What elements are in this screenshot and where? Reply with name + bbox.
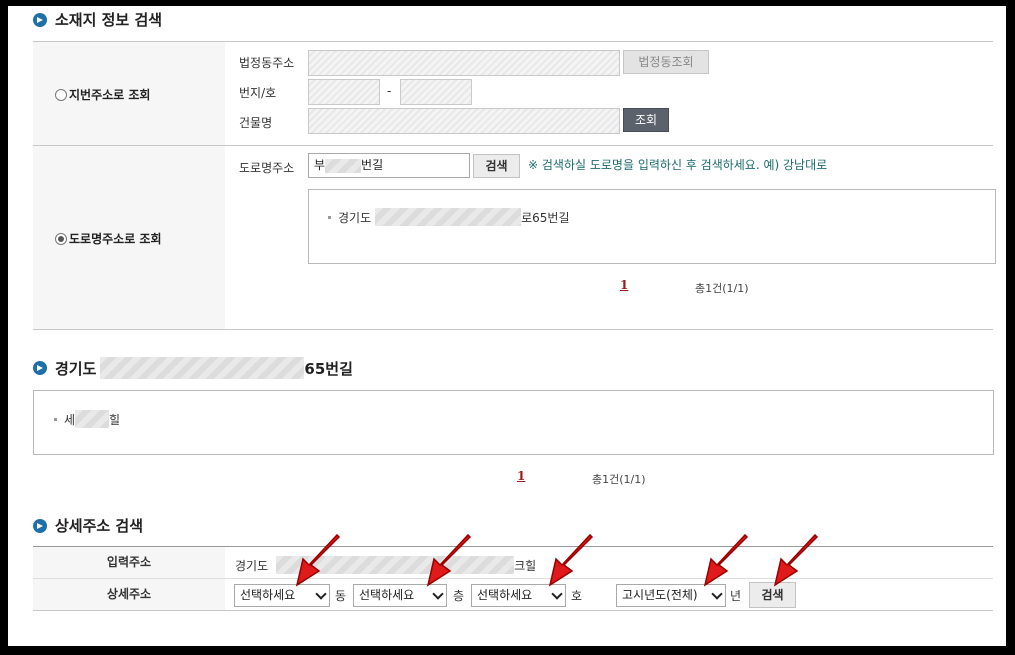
bullet-icon (54, 417, 57, 421)
redacted-text (75, 410, 110, 428)
jibun-search-button[interactable]: 조회 (623, 108, 669, 132)
arrow-circle-icon (33, 12, 47, 27)
page-link-1[interactable]: 1 (620, 278, 628, 292)
input-address-label: 입력주소 (33, 547, 225, 578)
chevron-down-icon (432, 588, 444, 600)
building-label: 건물명 (239, 116, 273, 130)
beopjeong-input[interactable] (308, 50, 620, 76)
location-search-title: 소재지 정보 검색 (33, 9, 162, 30)
building-result-box (33, 390, 994, 455)
dong-unit: 동 (335, 589, 347, 603)
red-arrow-icon (773, 533, 819, 587)
road-address-input[interactable]: 부 번길 (308, 153, 470, 178)
ho-input[interactable] (400, 79, 472, 105)
building-input[interactable] (308, 108, 620, 134)
divider (33, 329, 993, 330)
arrow-circle-icon (33, 518, 47, 533)
road-radio-option[interactable]: 도로명주소로 조회 (55, 230, 162, 247)
chevron-down-icon (551, 588, 563, 600)
redacted-text (325, 158, 362, 173)
radio-checked-icon[interactable] (55, 232, 67, 245)
red-arrow-icon (703, 533, 749, 587)
input-address-value: 경기도 크힐 (235, 556, 536, 574)
bunji-input[interactable] (308, 79, 380, 105)
chevron-down-icon (315, 588, 327, 600)
arrow-circle-icon (33, 361, 47, 375)
road-result-box (308, 189, 996, 264)
road-address-label: 도로명주소 (239, 161, 295, 175)
chevron-down-icon (711, 588, 723, 600)
total-count: 총1건(1/1) (695, 282, 749, 295)
result-section-title: 경기도 65번길 (33, 357, 353, 379)
year-unit: 년 (730, 589, 742, 603)
total-count: 총1건(1/1) (592, 473, 646, 486)
floor-unit: 층 (453, 589, 465, 603)
beopjeong-label: 법정동주소 (239, 56, 295, 70)
detail-address-label: 상세주소 (33, 579, 225, 610)
road-search-button[interactable]: 검색 (473, 154, 520, 178)
bullet-icon (328, 215, 331, 219)
radio-unchecked-icon[interactable] (55, 88, 67, 101)
red-arrow-icon (295, 533, 341, 587)
redacted-text (100, 357, 305, 379)
page-link-1[interactable]: 1 (517, 469, 525, 483)
red-arrow-icon (548, 533, 594, 587)
divider (33, 610, 993, 611)
road-result-item[interactable]: 경기도 로65번길 (328, 208, 570, 226)
ho-unit: 호 (571, 589, 583, 603)
redacted-text (375, 208, 522, 226)
bunji-label: 번지/호 (239, 86, 277, 100)
search-hint: ※ 검색하실 도로명을 입력하신 후 검색하세요. 예) 강남대로 (528, 158, 828, 172)
building-result-item[interactable]: 세 힐 (54, 410, 120, 428)
jibun-radio-option[interactable]: 지번주소로 조회 (55, 86, 150, 103)
main-panel: 소재지 정보 검색 지번주소로 조회 법정동주소 법정동조회 번지/호 - 건물… (8, 6, 1006, 646)
detail-search-title: 상세주소 검색 (33, 515, 143, 536)
dash: - (387, 84, 392, 98)
beopjeong-search-button[interactable]: 법정동조회 (623, 50, 709, 74)
red-arrow-icon (426, 533, 472, 587)
